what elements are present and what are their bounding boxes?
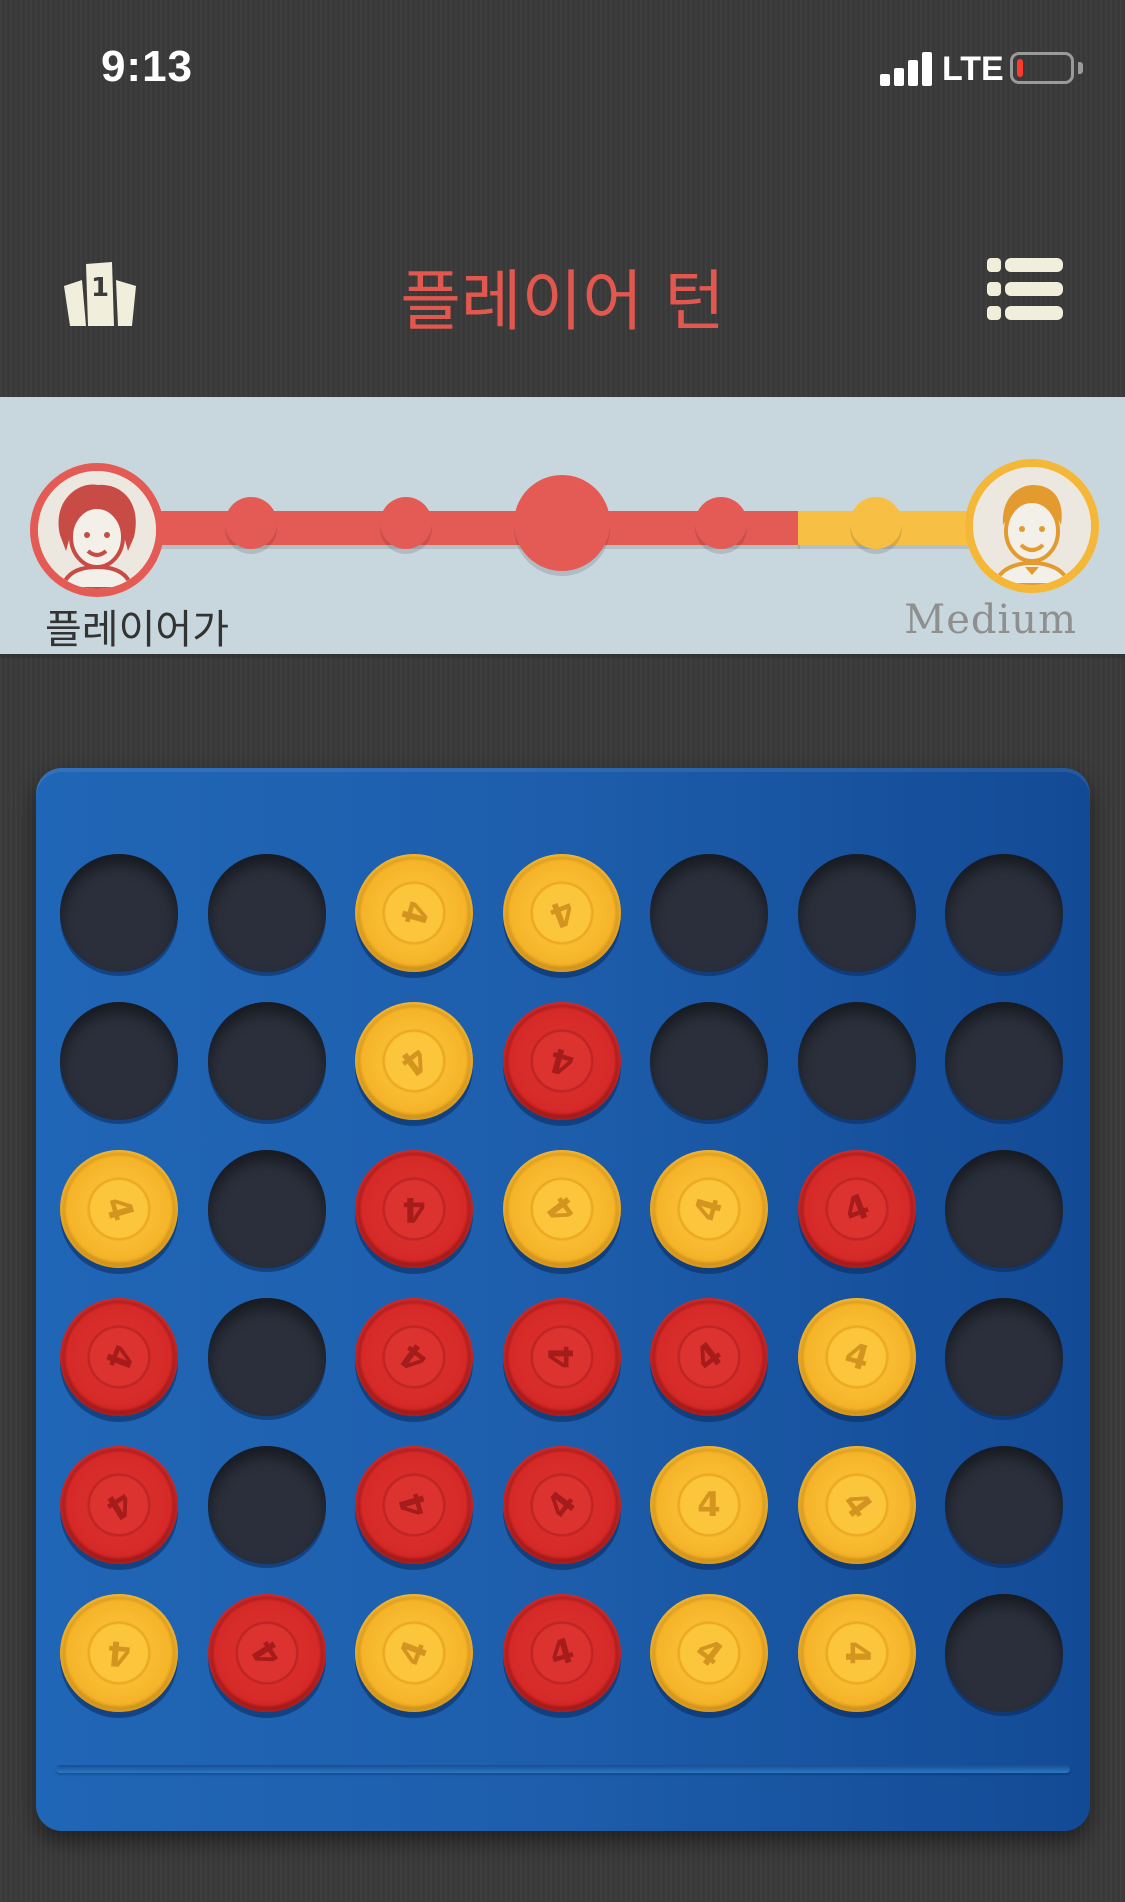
- menu-button[interactable]: [985, 252, 1065, 332]
- disc-yellow[interactable]: 4: [60, 1150, 178, 1268]
- board-slot-empty[interactable]: 4: [797, 1002, 916, 1120]
- disc-emblem-icon: 4: [98, 1481, 140, 1529]
- board-slot-empty[interactable]: 4: [650, 1002, 768, 1120]
- disc-red[interactable]: 4: [355, 1150, 473, 1268]
- player-name-label: 플레이어가: [45, 607, 229, 653]
- leaderboard-podium-icon: 1: [64, 262, 136, 326]
- disc-emblem-icon: 4: [687, 1629, 731, 1677]
- disc-emblem-icon: 4: [538, 1187, 585, 1231]
- battery-level: [1017, 59, 1023, 77]
- progress-node: [380, 497, 432, 549]
- disc-yellow[interactable]: 4: [355, 1002, 473, 1120]
- board-slot-empty[interactable]: 4: [207, 854, 326, 972]
- disc-emblem-icon: 4: [96, 1192, 142, 1226]
- board-slot-empty[interactable]: 4: [207, 1002, 326, 1120]
- disc-emblem-icon: 4: [402, 1189, 426, 1229]
- disc-red[interactable]: 4: [650, 1298, 768, 1416]
- disc-emblem-icon: 4: [687, 1333, 731, 1381]
- progress-node-current: [514, 475, 610, 571]
- board-slot-empty[interactable]: 4: [945, 1002, 1063, 1120]
- disc-emblem-icon: 4: [391, 1488, 437, 1522]
- disc-yellow[interactable]: 4: [60, 1594, 178, 1712]
- disc-yellow[interactable]: 4: [650, 1594, 768, 1712]
- disc-yellow[interactable]: 4: [797, 1594, 916, 1712]
- disc-yellow[interactable]: 4: [502, 1150, 621, 1268]
- disc-red[interactable]: 4: [502, 1446, 621, 1564]
- board-slot-empty[interactable]: 4: [207, 1150, 326, 1268]
- boy-avatar-icon: [973, 467, 1091, 585]
- opponent-avatar: [965, 459, 1099, 593]
- board-slot-empty[interactable]: 4: [60, 1002, 178, 1120]
- disc-yellow[interactable]: 4: [650, 1150, 768, 1268]
- battery-tip: [1078, 62, 1083, 74]
- disc-emblem-icon: 4: [543, 890, 580, 936]
- disc-yellow[interactable]: 4: [650, 1446, 768, 1564]
- disc-yellow[interactable]: 4: [502, 854, 621, 972]
- disc-yellow[interactable]: 4: [355, 1594, 473, 1712]
- disc-emblem-icon: 4: [836, 1641, 877, 1665]
- svg-text:1: 1: [91, 273, 109, 303]
- signal-strength-icon: [880, 52, 934, 86]
- disc-emblem-icon: 4: [839, 1334, 874, 1380]
- disc-red[interactable]: 4: [502, 1298, 621, 1416]
- disc-emblem-icon: 4: [541, 1345, 582, 1369]
- disc-emblem-icon: 4: [391, 896, 437, 930]
- disc-emblem-icon: 4: [96, 1338, 142, 1376]
- player-avatar: [30, 463, 164, 597]
- disc-red[interactable]: 4: [355, 1446, 473, 1564]
- board-slot-empty[interactable]: 4: [207, 1446, 326, 1564]
- disc-red[interactable]: 4: [355, 1298, 473, 1416]
- disc-red[interactable]: 4: [207, 1594, 326, 1712]
- girl-avatar-icon: [38, 471, 156, 589]
- board-slot-empty[interactable]: 4: [945, 1150, 1063, 1268]
- turn-title: 플레이어 턴: [400, 263, 725, 340]
- board-slot-empty[interactable]: 4: [945, 1298, 1063, 1416]
- disc-emblem-icon: 4: [544, 1630, 579, 1676]
- progress-node: [695, 497, 747, 549]
- board-slot-empty[interactable]: 4: [945, 1594, 1063, 1712]
- disc-yellow[interactable]: 4: [797, 1446, 916, 1564]
- progress-node: [850, 497, 902, 549]
- board-slot-empty[interactable]: 4: [945, 854, 1063, 972]
- progress-node: [225, 497, 277, 549]
- match-progress-panel: 플레이어가 Medium: [0, 397, 1125, 654]
- disc-emblem-icon: 4: [544, 1038, 579, 1084]
- disc-emblem-icon: 4: [243, 1632, 290, 1674]
- leaderboard-button[interactable]: 1: [60, 250, 140, 330]
- board-slot-empty[interactable]: 4: [207, 1298, 326, 1416]
- board-slot-empty[interactable]: 4: [650, 854, 768, 972]
- board-slot-empty[interactable]: 4: [797, 854, 916, 972]
- disc-emblem-icon: 4: [833, 1483, 880, 1527]
- disc-emblem-icon: 4: [538, 1483, 585, 1527]
- game-board[interactable]: 4444444444444444444444444444444444444444…: [36, 768, 1090, 1831]
- disc-emblem-icon: 4: [686, 1192, 732, 1226]
- network-type: LTE: [942, 50, 1004, 88]
- disc-red[interactable]: 4: [797, 1150, 916, 1268]
- status-bar: 9:13 LTE: [0, 0, 1125, 140]
- battery-icon: [1010, 52, 1074, 84]
- disc-emblem-icon: 4: [392, 1037, 436, 1085]
- disc-emblem-icon: 4: [697, 1485, 721, 1525]
- disc-red[interactable]: 4: [502, 1002, 621, 1120]
- disc-yellow[interactable]: 4: [797, 1298, 916, 1416]
- board-slot-empty[interactable]: 4: [945, 1446, 1063, 1564]
- disc-red[interactable]: 4: [60, 1298, 178, 1416]
- board-slot-empty[interactable]: 4: [60, 854, 178, 972]
- disc-yellow[interactable]: 4: [355, 854, 473, 972]
- menu-list-icon: [987, 258, 1063, 320]
- board-ledge: [56, 1765, 1070, 1773]
- disc-red[interactable]: 4: [502, 1594, 621, 1712]
- opponent-difficulty-label: Medium: [904, 597, 1077, 643]
- disc-red[interactable]: 4: [60, 1446, 178, 1564]
- disc-emblem-icon: 4: [105, 1632, 133, 1674]
- disc-emblem-icon: 4: [838, 1186, 875, 1232]
- disc-emblem-icon: 4: [392, 1333, 436, 1381]
- disc-emblem-icon: 4: [391, 1634, 437, 1672]
- status-time: 9:13: [100, 42, 194, 91]
